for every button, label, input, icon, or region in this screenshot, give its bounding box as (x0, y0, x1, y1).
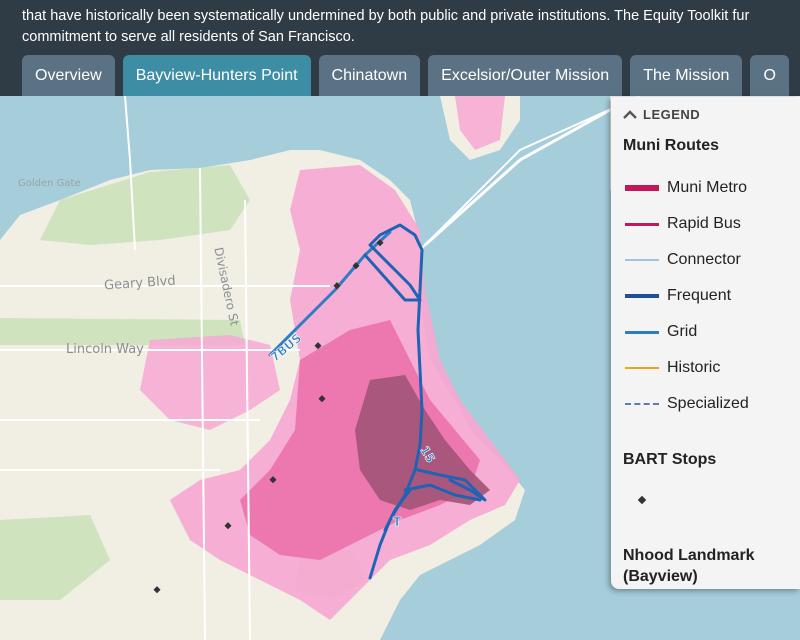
legend-item-label: Rapid Bus (667, 215, 741, 232)
legend-landmark-title: Nhood Landmark (623, 547, 755, 564)
legend-item-frequent: Frequent (625, 287, 731, 305)
legend-item-label: Muni Metro (667, 179, 748, 196)
legend-item-label: Grid (667, 323, 698, 340)
page-header: that have historically been systematical… (0, 0, 800, 96)
legend-item-specialized: Specialized (625, 395, 749, 413)
legend-item-label: Historic (667, 359, 721, 376)
rapid-bus-swatch (625, 222, 659, 226)
tab-excelsior-outer-mission[interactable]: Excelsior/Outer Mission (428, 55, 623, 96)
legend-toggle[interactable]: LEGEND (623, 107, 700, 122)
legend-item-muni-metro: Muni Metro (625, 179, 747, 197)
muni-metro-swatch (625, 185, 659, 191)
legend-item-label: Specialized (667, 395, 749, 412)
tab-bayview-hunters-point[interactable]: Bayview-Hunters Point (122, 55, 311, 96)
grid-swatch (625, 330, 659, 334)
bart-stop-icon (637, 495, 647, 505)
historic-swatch (625, 367, 659, 369)
route-label-t: T (393, 515, 402, 529)
intro-line-1: that have historically been systematical… (22, 8, 750, 24)
map-label-golden-gate: Golden Gate (18, 178, 81, 189)
connector-swatch (625, 259, 659, 261)
intro-text: that have historically been systematical… (22, 6, 800, 48)
legend-item-label: Connector (667, 251, 741, 268)
frequent-swatch (625, 294, 659, 298)
legend-landmark-sub: (Bayview) (623, 568, 698, 585)
tab-more[interactable]: O (750, 55, 789, 96)
legend-muni-title: Muni Routes (623, 137, 719, 154)
legend-item-label: Frequent (667, 287, 732, 304)
map-label-lincoln: Lincoln Way (66, 342, 144, 357)
legend-item-grid: Grid (625, 323, 697, 341)
tab-the-mission[interactable]: The Mission (630, 55, 743, 96)
intro-line-2: commitment to serve all residents of San… (22, 29, 355, 45)
legend-item-rapid-bus: Rapid Bus (625, 215, 741, 233)
legend-item-connector: Connector (625, 251, 741, 269)
legend-item-historic: Historic (625, 359, 720, 377)
neighborhood-tabs: Overview Bayview-Hunters Point Chinatown… (22, 55, 789, 96)
tab-chinatown[interactable]: Chinatown (318, 55, 421, 96)
chevron-up-icon (623, 109, 637, 119)
tab-overview[interactable]: Overview (22, 55, 115, 96)
legend-panel: LEGEND Muni Routes Muni Metro Rapid Bus … (611, 97, 800, 589)
specialized-swatch (625, 403, 659, 405)
legend-bart-title: BART Stops (623, 451, 717, 468)
legend-toggle-label: LEGEND (643, 107, 701, 122)
